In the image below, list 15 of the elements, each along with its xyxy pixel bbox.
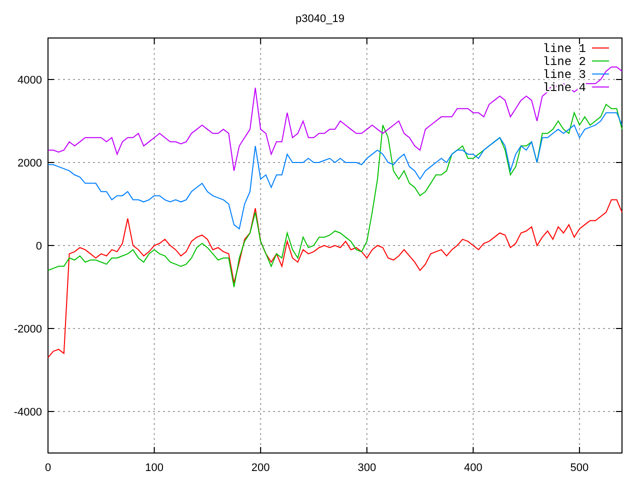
x-tick-label: 200 <box>251 462 270 474</box>
x-tick-label: 100 <box>145 462 164 474</box>
y-tick-label: 2000 <box>18 158 42 170</box>
x-tick-label: 500 <box>570 462 589 474</box>
legend-label: line 1 <box>542 42 586 56</box>
y-tick-label: 4000 <box>18 74 42 86</box>
y-tick-label: 0 <box>36 240 42 252</box>
legend-label: line 3 <box>542 68 586 82</box>
y-tick-label: -2000 <box>14 324 42 336</box>
x-tick-label: 0 <box>44 462 52 474</box>
x-tick-label: 400 <box>464 462 482 474</box>
x-tick-label: 300 <box>358 462 376 474</box>
y-tick-label: -4000 <box>14 406 42 418</box>
legend-label: line 2 <box>542 55 586 69</box>
chart-title: p3040_19 <box>296 13 344 25</box>
